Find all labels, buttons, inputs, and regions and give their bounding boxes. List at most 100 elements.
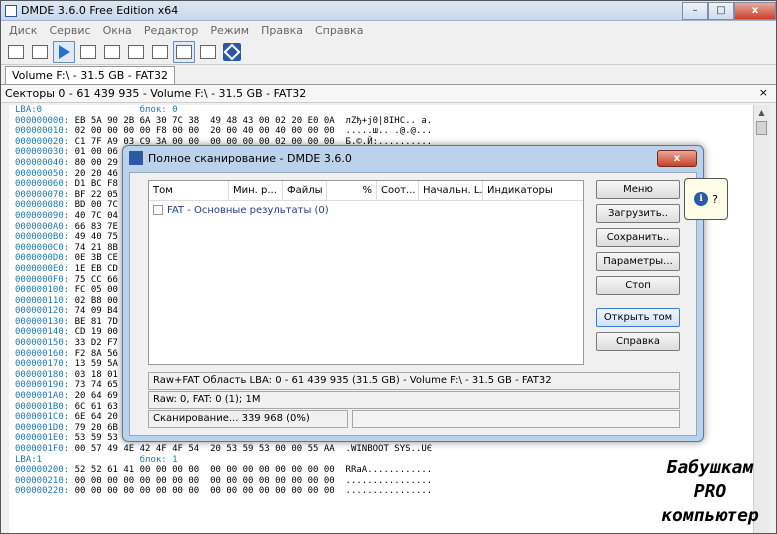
menu-service[interactable]: Сервис bbox=[43, 24, 96, 37]
info-icon: i bbox=[694, 192, 709, 206]
hex-bytes: CD 19 00 bbox=[69, 327, 118, 338]
scroll-thumb[interactable] bbox=[756, 121, 767, 135]
row-label: FAT - Основные результаты (0) bbox=[167, 204, 329, 216]
hex-offset: 000000160: bbox=[15, 348, 70, 359]
hex-bytes: EB 5A 90 2B 6A 30 7C 38 49 48 43 00 02 2… bbox=[69, 115, 433, 126]
scroll-up-icon[interactable]: ▲ bbox=[754, 105, 769, 119]
hex-bytes: 6C 61 63 bbox=[69, 401, 118, 412]
hex-offset: 000000170: bbox=[15, 359, 70, 370]
hex-offset: 000000020: bbox=[15, 136, 70, 147]
dialog-close-button[interactable]: x bbox=[657, 149, 697, 167]
menu-windows[interactable]: Окна bbox=[97, 24, 138, 37]
results-header: Том Мин. р... Файлы % Соот... Начальн. L… bbox=[149, 181, 583, 201]
menu-disk[interactable]: Диск bbox=[3, 24, 43, 37]
hex-bytes: 03 18 01 bbox=[69, 369, 118, 380]
lba-label: LBA:1 блок: 1 bbox=[15, 454, 178, 465]
hex-bytes: 49 40 75 bbox=[69, 232, 118, 243]
dialog-title: Полное сканирование - DMDE 3.6.0 bbox=[148, 151, 352, 165]
hex-offset: 0000001D0: bbox=[15, 422, 70, 433]
column-match[interactable]: Соот... bbox=[377, 181, 419, 200]
dialog-title-bar: Полное сканирование - DMDE 3.6.0 x bbox=[123, 146, 703, 170]
toolbar-button-list[interactable] bbox=[29, 41, 51, 63]
load-button[interactable]: Загрузить.. bbox=[596, 204, 680, 223]
menu-edit[interactable]: Правка bbox=[255, 24, 309, 37]
hex-row: 000000220: 00 00 00 00 00 00 00 00 00 00… bbox=[15, 486, 753, 497]
minimize-button[interactable]: – bbox=[682, 1, 708, 20]
column-percent[interactable]: % bbox=[327, 181, 377, 200]
tab-volume[interactable]: Volume F:\ - 31.5 GB - FAT32 bbox=[5, 66, 175, 84]
sector-path-text: Секторы 0 - 61 439 935 - Volume F:\ - 31… bbox=[5, 87, 307, 100]
close-button[interactable]: x bbox=[734, 1, 776, 20]
close-panel-icon[interactable]: × bbox=[759, 86, 768, 99]
column-volume[interactable]: Том bbox=[149, 181, 229, 200]
hex-offset: 000000140: bbox=[15, 327, 70, 338]
tab-strip: Volume F:\ - 31.5 GB - FAT32 bbox=[1, 65, 776, 85]
hex-offset: 000000000: bbox=[15, 115, 70, 126]
hex-offset: 000000180: bbox=[15, 369, 70, 380]
hex-bytes: F2 8A 56 bbox=[69, 348, 118, 359]
toolbar-button-disk[interactable] bbox=[5, 41, 27, 63]
hex-bytes: 52 52 61 41 00 00 00 00 00 00 00 00 00 0… bbox=[69, 465, 433, 476]
hex-offset: 0000001A0: bbox=[15, 391, 70, 402]
hex-bytes: FC 05 00 bbox=[69, 285, 118, 296]
dialog-body: Том Мин. р... Файлы % Соот... Начальн. L… bbox=[129, 172, 697, 436]
toolbar-button-directory[interactable] bbox=[101, 41, 123, 63]
toolbar-button-table[interactable] bbox=[197, 41, 219, 63]
toolbar-button-play[interactable] bbox=[53, 40, 75, 63]
hex-bytes: 20 64 69 bbox=[69, 391, 118, 402]
dialog-buttons: Меню Загрузить.. Сохранить.. Параметры..… bbox=[596, 180, 680, 356]
save-button[interactable]: Сохранить.. bbox=[596, 228, 680, 247]
list-item[interactable]: FAT - Основные результаты (0) bbox=[149, 201, 583, 219]
table-icon bbox=[200, 44, 216, 59]
hex-bytes: BD 00 7C bbox=[69, 200, 118, 211]
toolbar-button-partitions[interactable] bbox=[77, 41, 99, 63]
column-start-lba[interactable]: Начальн. L... bbox=[419, 181, 483, 200]
hex-row: 000000200: 52 52 61 41 00 00 00 00 00 00… bbox=[15, 465, 753, 476]
row-checkbox[interactable] bbox=[153, 205, 163, 215]
open-volume-button[interactable]: Открыть том bbox=[596, 308, 680, 327]
hex-offset: 000000080: bbox=[15, 200, 70, 211]
maximize-button[interactable]: □ bbox=[708, 1, 734, 20]
view-icon bbox=[152, 44, 168, 59]
help-button[interactable]: Справка bbox=[596, 332, 680, 351]
hex-bytes: 13 59 5A bbox=[69, 359, 118, 370]
dmde-logo-icon bbox=[223, 42, 241, 61]
column-indicators[interactable]: Индикаторы bbox=[483, 181, 583, 200]
hex-bytes: 0E 3B CE bbox=[69, 253, 118, 264]
toolbar-button-view[interactable] bbox=[149, 41, 171, 63]
toolbar-button-hex[interactable] bbox=[173, 40, 195, 63]
menu-button[interactable]: Меню bbox=[596, 180, 680, 199]
hex-offset: 000000150: bbox=[15, 338, 70, 349]
hex-bytes: 01 00 06 bbox=[69, 147, 118, 158]
hex-bytes: 00 00 00 00 00 00 00 00 00 00 00 00 00 0… bbox=[69, 486, 433, 497]
help-question-mark: ? bbox=[712, 192, 718, 206]
toolbar-button-dmde[interactable] bbox=[221, 41, 243, 63]
hex-bytes: BF 22 05 bbox=[69, 189, 118, 200]
results-list[interactable]: Том Мин. р... Файлы % Соот... Начальн. L… bbox=[148, 180, 584, 365]
menu-mode[interactable]: Режим bbox=[204, 24, 255, 37]
watermark-line-2: PRO bbox=[693, 481, 727, 502]
lba-header-row: LBA:0 блок: 0 bbox=[15, 105, 753, 116]
partitions-icon bbox=[80, 44, 96, 59]
hex-bytes: 00 57 49 4E 42 4F 4F 54 20 53 59 53 00 0… bbox=[69, 444, 433, 454]
menu-help[interactable]: Справка bbox=[309, 24, 369, 37]
column-files[interactable]: Файлы bbox=[283, 181, 327, 200]
play-icon bbox=[58, 44, 70, 59]
hex-bytes: 66 83 7E bbox=[69, 221, 118, 232]
toolbar-button-sector[interactable] bbox=[125, 41, 147, 63]
app-icon bbox=[5, 4, 17, 17]
hex-offset: 0000001E0: bbox=[15, 433, 70, 444]
parameters-button[interactable]: Параметры... bbox=[596, 252, 680, 271]
help-callout[interactable]: i ? bbox=[684, 178, 728, 220]
hex-bytes: 02 00 00 00 00 F8 00 00 20 00 40 00 40 0… bbox=[69, 126, 433, 137]
scan-progress-text: Сканирование... 339 968 (0%) bbox=[148, 410, 348, 428]
hex-bytes: 80 00 29 bbox=[69, 157, 118, 168]
hex-offset: 0000000A0: bbox=[15, 221, 70, 232]
stop-button[interactable]: Стоп bbox=[596, 276, 680, 295]
toolbar bbox=[1, 39, 776, 65]
watermark-line-1: Бабушкам bbox=[666, 457, 754, 478]
hex-bytes: 33 D2 F7 bbox=[69, 338, 118, 349]
column-min[interactable]: Мин. р... bbox=[229, 181, 283, 200]
hex-row: 0000001F0: 00 57 49 4E 42 4F 4F 54 20 53… bbox=[15, 444, 753, 455]
menu-editor[interactable]: Редактор bbox=[138, 24, 205, 37]
